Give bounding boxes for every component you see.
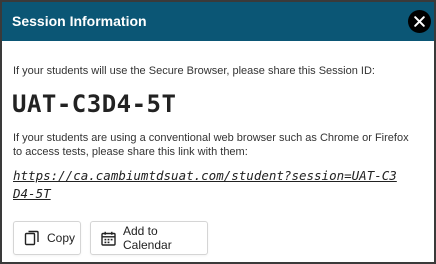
- close-button[interactable]: [407, 9, 432, 34]
- session-link[interactable]: https://ca.cambiumtdsuat.com/student?ses…: [13, 167, 403, 203]
- dialog-header: Session Information: [2, 2, 434, 41]
- secure-browser-instructions: If your students will use the Secure Bro…: [13, 65, 375, 77]
- calendar-icon: [101, 231, 116, 246]
- copy-icon: [24, 230, 39, 246]
- copy-button-label: Copy: [47, 231, 76, 245]
- session-information-dialog: Session Information If your students wil…: [0, 0, 436, 264]
- close-icon: [408, 10, 431, 33]
- add-to-calendar-label: Add to Calendar: [123, 224, 172, 252]
- dialog-title: Session Information: [12, 13, 147, 29]
- add-to-calendar-button[interactable]: Add to Calendar: [90, 221, 208, 255]
- copy-button[interactable]: Copy: [13, 221, 81, 255]
- web-browser-instructions: If your students are using a conventiona…: [13, 132, 409, 158]
- session-id: UAT-C3D4-5T: [12, 90, 177, 118]
